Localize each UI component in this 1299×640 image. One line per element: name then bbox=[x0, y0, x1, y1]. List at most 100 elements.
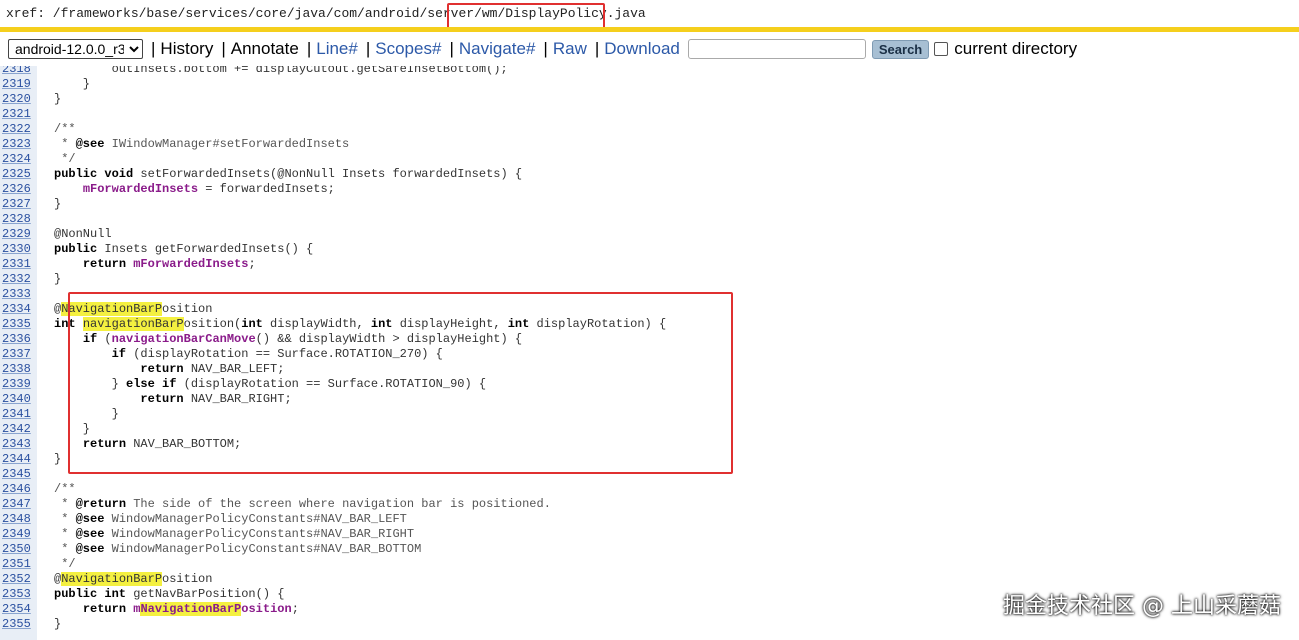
toolbar-separator: | bbox=[306, 39, 312, 58]
code-line: 2326 mForwardedInsets = forwardedInsets; bbox=[0, 182, 335, 197]
code-text: } bbox=[54, 452, 62, 466]
line-number-link[interactable]: 2355 bbox=[0, 617, 32, 632]
code-line: 2318 outInsets.bottom += displayCutout.g… bbox=[0, 66, 508, 77]
code-text: } bbox=[54, 77, 91, 91]
line-number-link[interactable]: 2339 bbox=[0, 377, 32, 392]
code-line: 2320} bbox=[0, 92, 61, 107]
code-line: 2343 return NAV_BAR_BOTTOM; bbox=[0, 437, 241, 452]
xref-bar: xref: /frameworks/base/services/core/jav… bbox=[0, 0, 1299, 27]
code-line: 2322 /** bbox=[0, 122, 76, 137]
code-line: 2329 @NonNull bbox=[0, 227, 112, 242]
code-line: 2335 int navigationBarPosition(int displa… bbox=[0, 317, 666, 332]
search-button[interactable]: Search bbox=[871, 39, 930, 59]
code-line: 2339 } else if (displayRotation == Surfa… bbox=[0, 377, 486, 392]
toolbar-separator: | bbox=[594, 39, 600, 58]
line-number-link[interactable]: 2350 bbox=[0, 542, 32, 557]
line-number-link[interactable]: 2335 bbox=[0, 317, 32, 332]
toolbar-link-annotate[interactable]: Annotate bbox=[231, 39, 299, 59]
line-number-link[interactable]: 2343 bbox=[0, 437, 32, 452]
toolbar-link-navigate[interactable]: Navigate# bbox=[459, 39, 536, 59]
line-number-link[interactable]: 2331 bbox=[0, 257, 32, 272]
line-number-link[interactable]: 2329 bbox=[0, 227, 32, 242]
version-select[interactable]: android-12.0.0_r3 bbox=[8, 39, 143, 59]
toolbar-separator: | bbox=[365, 39, 371, 58]
line-number-link[interactable]: 2341 bbox=[0, 407, 32, 422]
line-number-link[interactable]: 2348 bbox=[0, 512, 32, 527]
line-number-link[interactable]: 2332 bbox=[0, 272, 32, 287]
line-number-link[interactable]: 2320 bbox=[0, 92, 32, 107]
line-number-link[interactable]: 2318 bbox=[0, 66, 32, 77]
line-number-link[interactable]: 2347 bbox=[0, 497, 32, 512]
line-number-link[interactable]: 2324 bbox=[0, 152, 32, 167]
code-text: * @see WindowManagerPolicyConstants#NAV_… bbox=[54, 527, 415, 541]
line-number-link[interactable]: 2338 bbox=[0, 362, 32, 377]
toolbar-link-raw[interactable]: Raw bbox=[553, 39, 587, 59]
code-line: 2346 /** bbox=[0, 482, 76, 497]
code-text: } bbox=[54, 197, 62, 211]
toolbar: android-12.0.0_r3 | History | Annotate | Line… bbox=[0, 32, 1299, 66]
line-number-link[interactable]: 2340 bbox=[0, 392, 32, 407]
line-number-link[interactable]: 2334 bbox=[0, 302, 32, 317]
code-line: 2319 } bbox=[0, 77, 90, 92]
line-number-link[interactable]: 2344 bbox=[0, 452, 32, 467]
code-text: public int getNavBarPosition() { bbox=[54, 587, 285, 601]
code-line: 2334 @NavigationBarPosition bbox=[0, 302, 212, 317]
line-number-link[interactable]: 2326 bbox=[0, 182, 32, 197]
code-line: 2332} bbox=[0, 272, 61, 287]
line-number-link[interactable]: 2325 bbox=[0, 167, 32, 182]
method-highlight-box bbox=[68, 292, 733, 474]
search-input[interactable] bbox=[687, 39, 866, 59]
line-number-link[interactable]: 2327 bbox=[0, 197, 32, 212]
line-number-link[interactable]: 2342 bbox=[0, 422, 32, 437]
code-text: * @see IWindowManager#setForwardedInsets bbox=[54, 137, 350, 151]
code-text: @NonNull bbox=[54, 227, 112, 241]
code-line: 2348 * @see WindowManagerPolicyConstants… bbox=[0, 512, 407, 527]
line-number-link[interactable]: 2349 bbox=[0, 527, 32, 542]
code-line: 2340 return NAV_BAR_RIGHT; bbox=[0, 392, 292, 407]
code-text: */ bbox=[54, 557, 76, 571]
line-number-link[interactable]: 2322 bbox=[0, 122, 32, 137]
code-line: 2351 */ bbox=[0, 557, 76, 572]
line-number-link[interactable]: 2319 bbox=[0, 77, 32, 92]
toolbar-link-line[interactable]: Line# bbox=[316, 39, 358, 59]
code-text: return mNavigationBarPosition; bbox=[82, 602, 299, 616]
line-number-link[interactable]: 2321 bbox=[0, 107, 32, 122]
line-number-link[interactable]: 2328 bbox=[0, 212, 32, 227]
line-number-link[interactable]: 2337 bbox=[0, 347, 32, 362]
code-line: 2338 return NAV_BAR_LEFT; bbox=[0, 362, 284, 377]
watermark: 掘金技术社区 @ 上山采蘑菇 bbox=[1003, 594, 1281, 619]
toolbar-separator: | bbox=[449, 39, 454, 58]
line-number-link[interactable]: 2336 bbox=[0, 332, 32, 347]
code-text: * @return The side of the screen where n… bbox=[54, 497, 551, 511]
line-number-link[interactable]: 2323 bbox=[0, 137, 32, 152]
code-text: * @see WindowManagerPolicyConstants#NAV_… bbox=[54, 542, 422, 556]
code-line: 2323 * @see IWindowManager#setForwardedI… bbox=[0, 137, 349, 152]
code-line: 2333 bbox=[0, 287, 32, 302]
line-number-link[interactable]: 2353 bbox=[0, 587, 32, 602]
code-text: return mForwardedInsets; bbox=[82, 257, 256, 271]
toolbar-link-download[interactable]: Download bbox=[604, 39, 680, 59]
current-directory-checkbox[interactable] bbox=[934, 42, 949, 56]
line-number-link[interactable]: 2352 bbox=[0, 572, 32, 587]
toolbar-separator: | bbox=[151, 39, 156, 58]
line-number-link[interactable]: 2333 bbox=[0, 287, 32, 302]
code-line: 2341 } bbox=[0, 407, 119, 422]
line-number-link[interactable]: 2351 bbox=[0, 557, 32, 572]
line-number-link[interactable]: 2330 bbox=[0, 242, 32, 257]
code-line: 2342 } bbox=[0, 422, 90, 437]
code-line: 2345 bbox=[0, 467, 32, 482]
code-line: 2327} bbox=[0, 197, 61, 212]
line-number-link[interactable]: 2345 bbox=[0, 467, 32, 482]
code-line: 2324 */ bbox=[0, 152, 76, 167]
toolbar-links: | History | Annotate | Line# | Scopes# | Navigate… bbox=[143, 39, 680, 59]
code-text: } bbox=[54, 272, 62, 286]
toolbar-link-history[interactable]: History bbox=[160, 39, 213, 59]
code-line: 2354 return mNavigationBarPosition; bbox=[0, 602, 299, 617]
code-line: 2337 if (displayRotation == Surface.ROTA… bbox=[0, 347, 443, 362]
line-number-link[interactable]: 2354 bbox=[0, 602, 32, 617]
code-text: outInsets.bottom += displayCutout.getSaf… bbox=[54, 66, 508, 76]
toolbar-link-scopes[interactable]: Scopes# bbox=[375, 39, 441, 59]
code-line: 2321 bbox=[0, 107, 32, 122]
line-number-link[interactable]: 2346 bbox=[0, 482, 32, 497]
code-line: 2353 public int getNavBarPosition() { bbox=[0, 587, 284, 602]
